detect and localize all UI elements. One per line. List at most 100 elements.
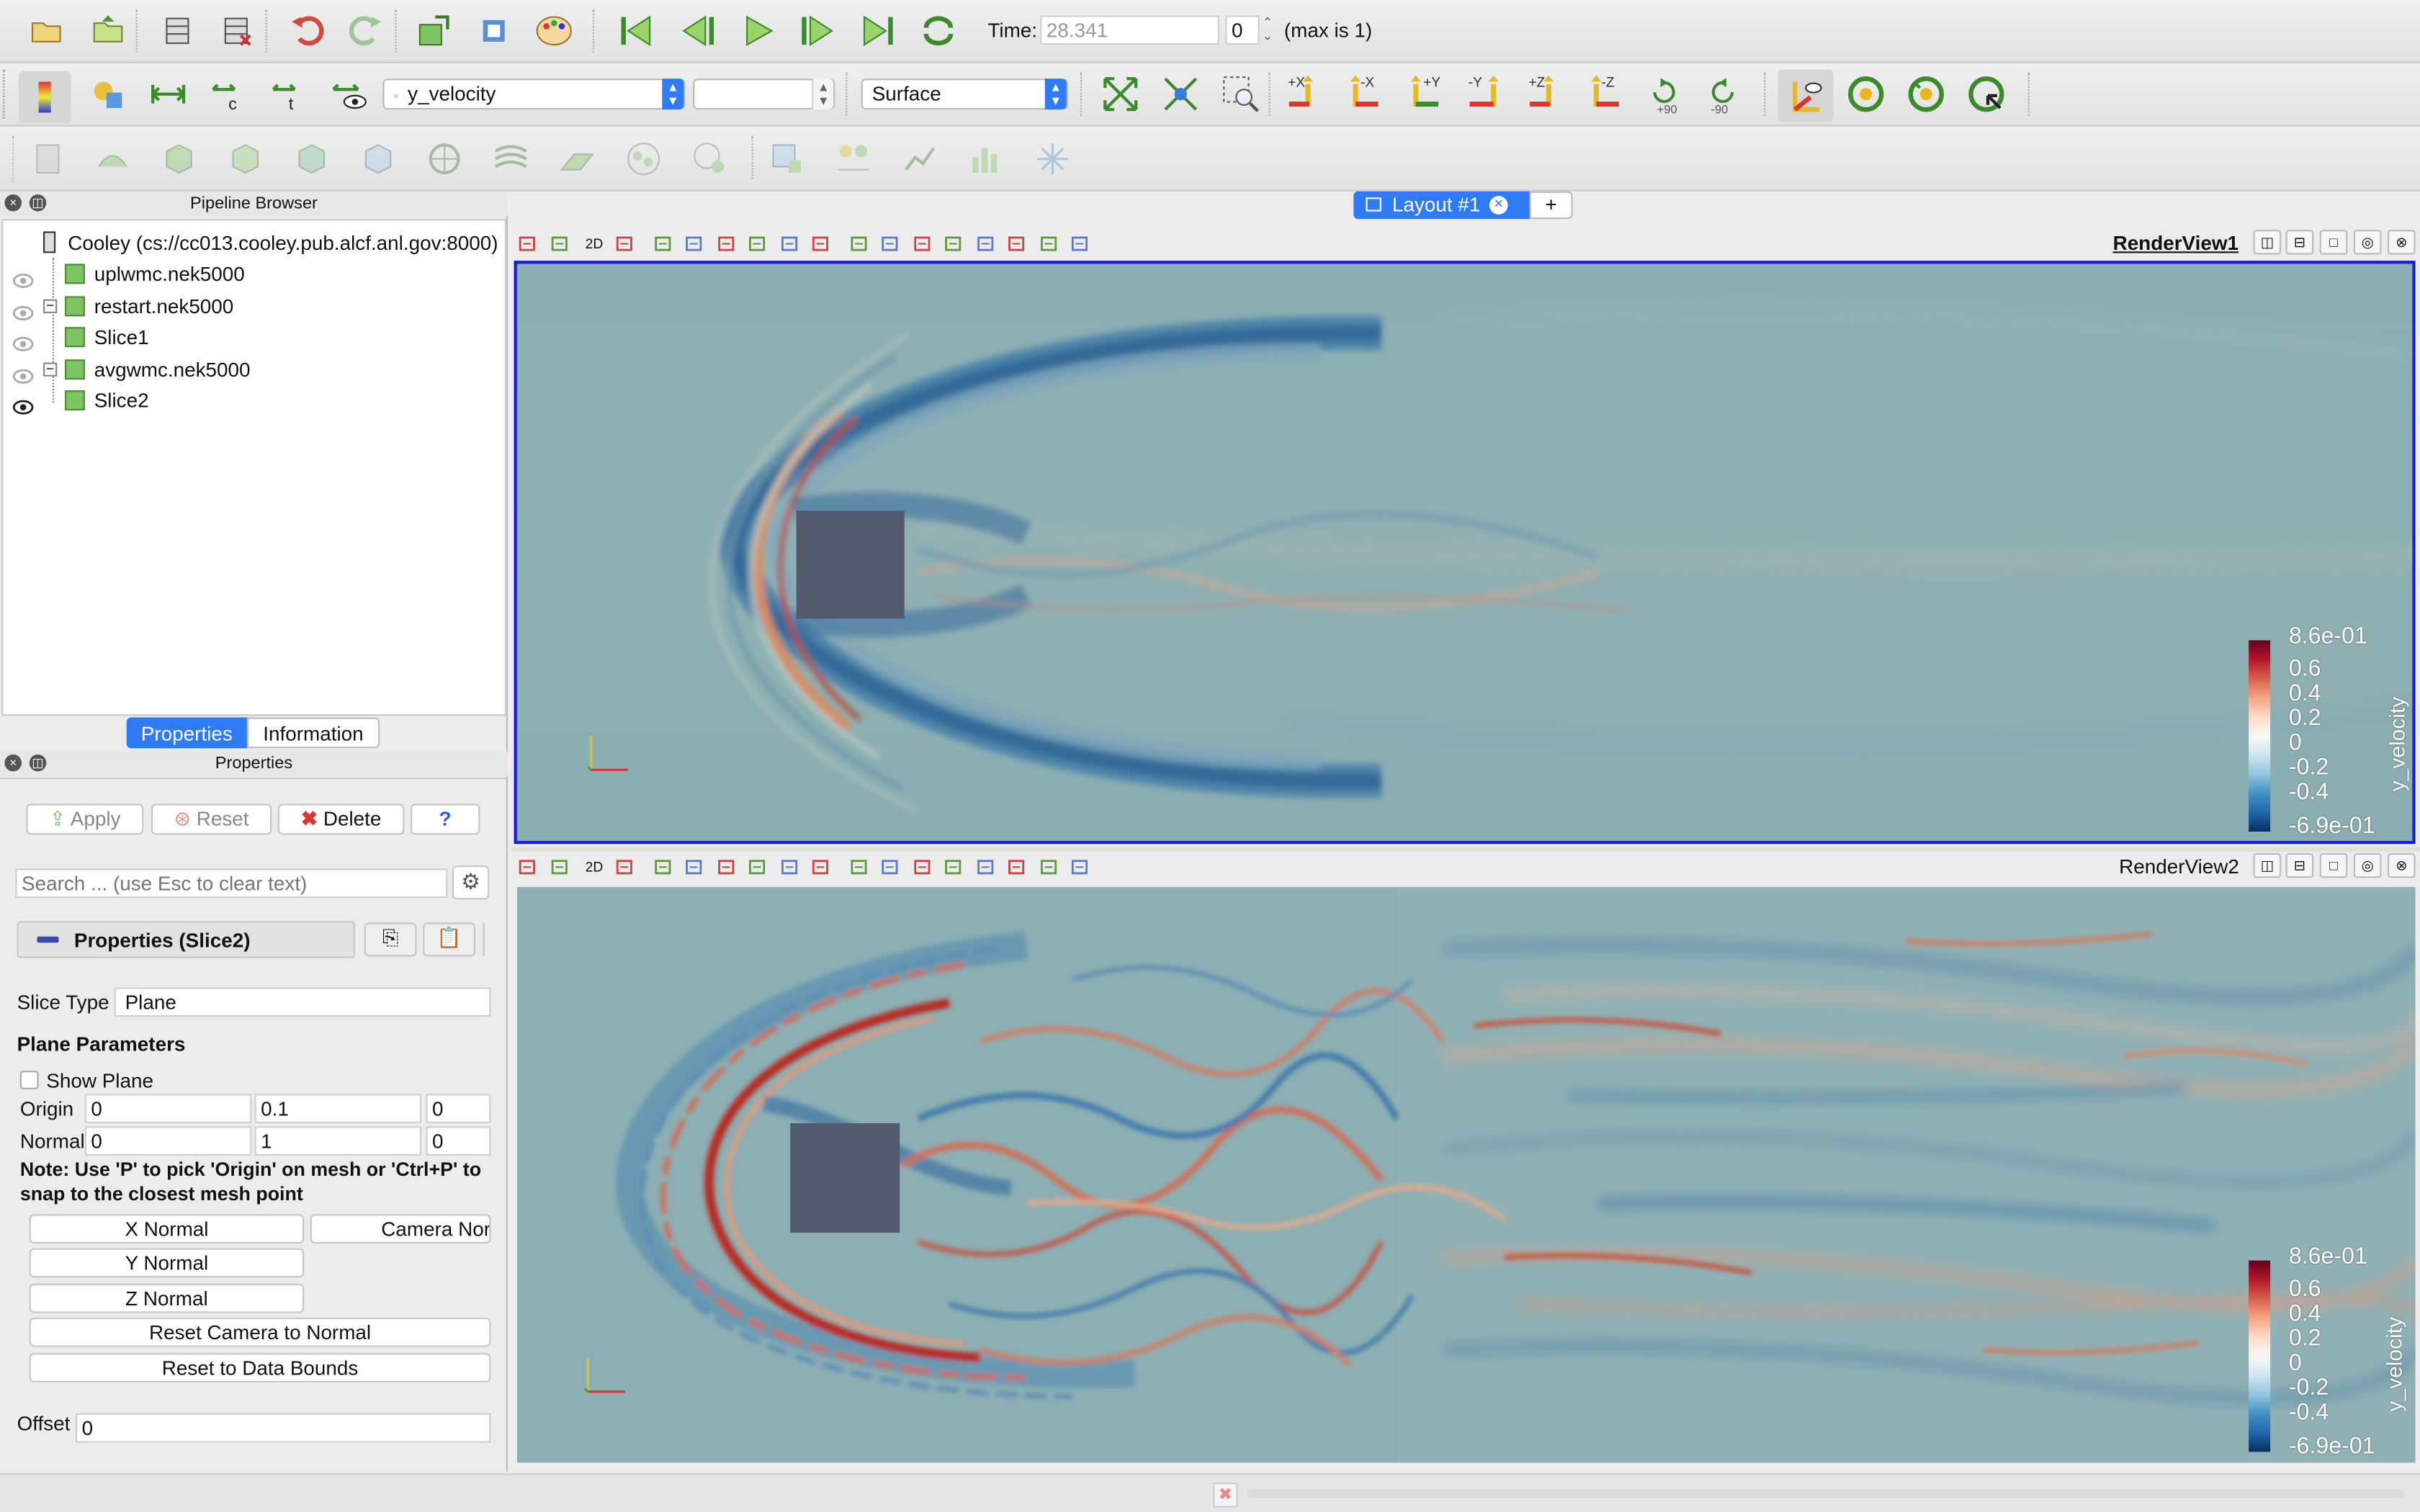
select-cells-icon[interactable] xyxy=(652,233,673,255)
hover-points-icon[interactable] xyxy=(879,233,901,255)
view-plus-x-icon[interactable]: +X xyxy=(1281,69,1327,119)
python-calculator-icon[interactable] xyxy=(1033,139,1073,179)
loop-icon[interactable] xyxy=(918,11,959,51)
shrink-selection-icon[interactable] xyxy=(974,233,996,255)
select-polygon-cells-icon[interactable] xyxy=(779,856,800,878)
camera-undo-icon[interactable] xyxy=(614,233,636,255)
palette-icon[interactable] xyxy=(534,11,574,51)
previous-frame-icon[interactable] xyxy=(678,11,718,51)
extract-subset-icon[interactable] xyxy=(358,139,398,179)
center-axes-icon[interactable] xyxy=(1846,74,1886,114)
pipeline-item[interactable]: Slice2 xyxy=(3,386,504,417)
time-value-field[interactable]: 28.341 xyxy=(1040,15,1219,45)
plot-over-line-icon[interactable] xyxy=(833,139,874,179)
zoom-to-data-icon[interactable] xyxy=(1160,74,1201,114)
origin-x-field[interactable]: 0 xyxy=(84,1094,252,1123)
properties-section-header[interactable]: Properties (Slice2) xyxy=(17,921,355,958)
first-frame-icon[interactable] xyxy=(616,11,656,51)
more-properties-button[interactable] xyxy=(483,922,493,957)
capture-icon[interactable]: ◎ xyxy=(2353,853,2382,878)
render-view-2-title[interactable]: RenderView2 xyxy=(2119,855,2239,878)
delete-button[interactable]: ✖ Delete xyxy=(277,804,405,835)
float-icon[interactable]: ◫ xyxy=(29,194,47,212)
x-normal-button[interactable]: X Normal xyxy=(29,1214,305,1244)
interactive-select-icon[interactable] xyxy=(848,233,870,255)
stream-tracer-icon[interactable] xyxy=(490,139,531,179)
glyph-icon[interactable] xyxy=(424,139,465,179)
normal-y-field[interactable]: 1 xyxy=(254,1126,421,1156)
layout-tab[interactable]: Layout #1 × xyxy=(1353,191,1530,220)
camera-undo-icon[interactable] xyxy=(614,856,636,878)
reset-center-icon[interactable] xyxy=(1906,74,1946,114)
last-frame-icon[interactable] xyxy=(858,11,898,51)
delete-selection-icon[interactable] xyxy=(1070,233,1091,255)
rescale-custom-range-icon[interactable]: c xyxy=(208,74,248,114)
progress-abort-icon[interactable]: ✖ xyxy=(1213,1482,1238,1508)
collapse-icon[interactable]: − xyxy=(43,361,58,376)
close-view-icon[interactable]: ⊗ xyxy=(2388,230,2416,255)
histogram-icon[interactable] xyxy=(966,139,1006,179)
component-select[interactable]: ▲ ▼ xyxy=(693,78,835,110)
collapse-icon[interactable]: − xyxy=(43,298,58,312)
interact-mode-icon[interactable] xyxy=(517,233,539,255)
hover-cells-icon[interactable] xyxy=(911,233,933,255)
interact-mode-icon[interactable] xyxy=(517,856,539,878)
rotate-plus-90-icon[interactable]: +90 xyxy=(1642,69,1688,122)
shrink-selection-icon[interactable] xyxy=(974,856,996,878)
split-horizontal-icon[interactable]: ◫ xyxy=(2253,853,2282,878)
rescale-visible-range-icon[interactable] xyxy=(328,74,369,114)
slice-icon[interactable] xyxy=(225,139,266,179)
undo-icon[interactable] xyxy=(287,11,328,51)
offset-field[interactable]: 0 xyxy=(76,1413,491,1443)
rotate-minus-90-icon[interactable]: -90 xyxy=(1700,69,1747,122)
view-minus-z-icon[interactable]: -Z xyxy=(1582,69,1628,119)
interactive-select-icon[interactable] xyxy=(848,856,870,878)
plot-data-icon[interactable] xyxy=(900,139,940,179)
maximize-icon[interactable]: □ xyxy=(2319,853,2348,878)
select-frustum-cells-icon[interactable] xyxy=(715,233,737,255)
play-icon[interactable] xyxy=(738,11,778,51)
select-block-icon[interactable] xyxy=(810,233,832,255)
y-normal-button[interactable]: Y Normal xyxy=(29,1248,305,1278)
selection-icon[interactable] xyxy=(767,139,807,179)
zoom-to-box-icon[interactable] xyxy=(1221,74,1261,114)
visibility-eye-icon[interactable] xyxy=(12,299,34,320)
representation-select[interactable]: Surface ▲ ▼ xyxy=(861,78,1068,110)
split-horizontal-icon[interactable]: ◫ xyxy=(2253,230,2282,255)
toggle-2d-icon[interactable]: 2D xyxy=(581,233,609,255)
close-view-icon[interactable]: ⊗ xyxy=(2388,853,2416,878)
server-row[interactable]: Cooley (cs://cc013.cooley.pub.alcf.anl.g… xyxy=(43,228,498,259)
camera-normal-button[interactable]: Camera Normal xyxy=(310,1214,491,1244)
normal-x-field[interactable]: 0 xyxy=(84,1126,252,1156)
next-frame-icon[interactable] xyxy=(798,11,838,51)
threshold-icon[interactable] xyxy=(292,139,332,179)
reset-to-data-bounds-button[interactable]: Reset to Data Bounds xyxy=(29,1353,491,1382)
time-index-stepper[interactable]: ⌃ ⌄ xyxy=(1263,15,1278,45)
grow-selection-icon[interactable] xyxy=(943,233,964,255)
clip-icon[interactable] xyxy=(159,139,200,179)
pipeline-item[interactable]: − avgwmc.nek5000 xyxy=(3,354,504,385)
contour-icon[interactable] xyxy=(93,139,133,179)
color-legend-toggle-icon[interactable] xyxy=(18,71,71,124)
select-frustum-points-icon[interactable] xyxy=(747,856,768,878)
render-view-2[interactable]: 8.6e-01 0.6 0.4 0.2 0 -0.2 -0.4 -6.9e-01… xyxy=(516,887,2416,1463)
redo-icon[interactable] xyxy=(346,11,386,51)
close-icon[interactable]: × xyxy=(1489,196,1508,215)
tab-properties[interactable]: Properties xyxy=(126,717,247,749)
color-array-select[interactable]: ◦ y_velocity ▲ ▼ xyxy=(382,78,686,110)
select-mode-icon[interactable] xyxy=(549,233,570,255)
hover-points-icon[interactable] xyxy=(879,856,901,878)
split-vertical-icon[interactable]: ⊟ xyxy=(2285,853,2314,878)
grow-selection-icon[interactable] xyxy=(943,856,964,878)
save-state-icon[interactable] xyxy=(413,11,454,51)
visibility-eye-icon[interactable] xyxy=(12,330,34,351)
pipeline-item[interactable]: uplwmc.nek5000 xyxy=(3,259,504,290)
edit-color-map-icon[interactable] xyxy=(88,74,128,114)
delete-selection-icon[interactable] xyxy=(1070,856,1091,878)
show-plane-checkbox[interactable] xyxy=(19,1071,39,1089)
reset-camera-icon[interactable] xyxy=(1101,74,1141,114)
select-frustum-cells-icon[interactable] xyxy=(715,856,737,878)
visibility-eye-icon[interactable] xyxy=(12,361,34,383)
toggle-2d-icon[interactable]: 2D xyxy=(581,856,609,878)
paste-properties-button[interactable]: 📋 xyxy=(423,922,475,957)
